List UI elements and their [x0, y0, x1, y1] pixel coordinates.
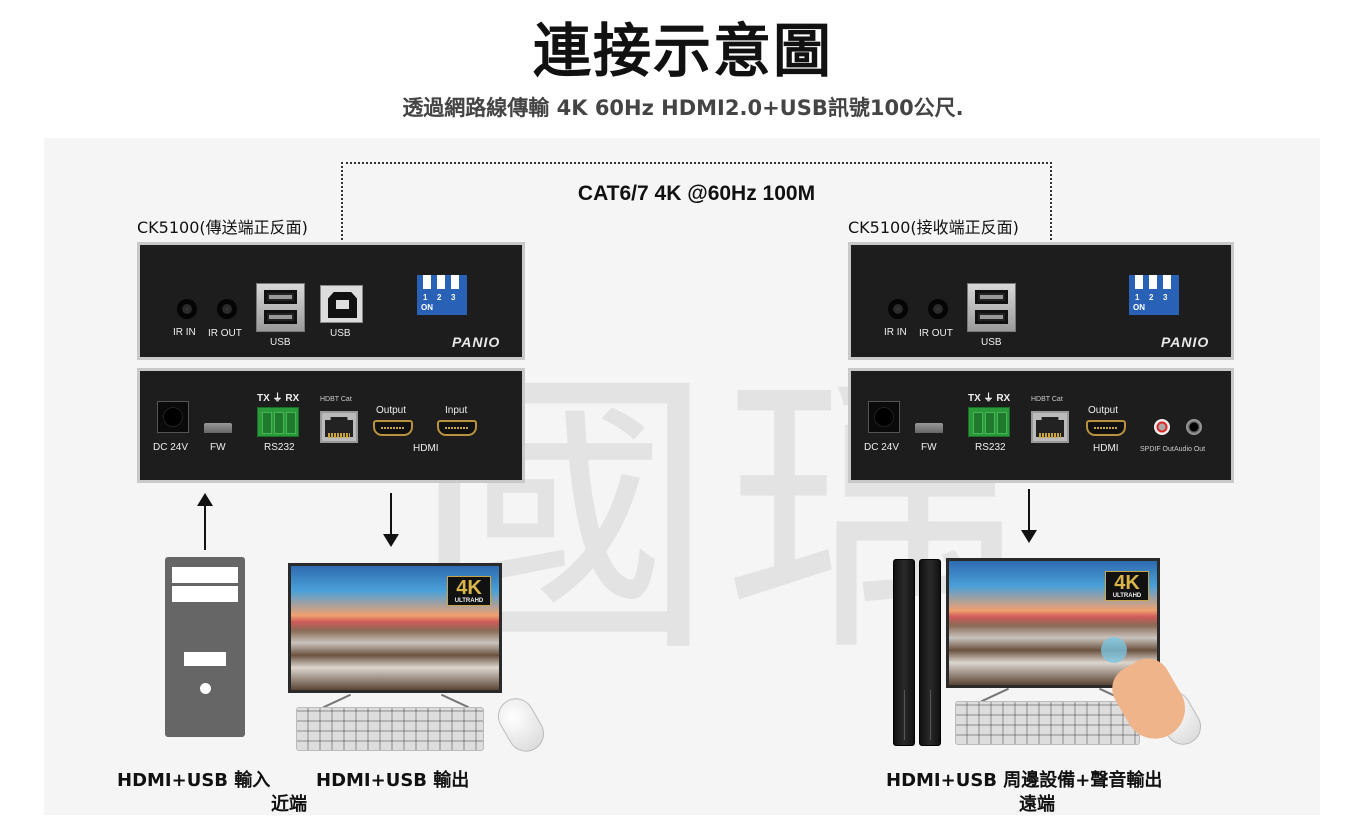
dip-switch-icon: 1 2 3 ON: [417, 275, 467, 315]
dip-on-label: ON: [1133, 303, 1145, 312]
ir-in-label: IR IN: [884, 327, 907, 338]
rs232-pinout-label: TX ⏚ RX: [257, 393, 300, 404]
dip-2-label: 2: [1149, 293, 1154, 302]
ir-out-port-icon: [928, 299, 948, 319]
badge-4k-text: 4K: [456, 577, 482, 599]
hdbt-label: HDBT Cat: [1031, 396, 1063, 403]
rs232-label: RS232: [264, 442, 295, 453]
dip-2-label: 2: [437, 293, 442, 302]
4k-badge-icon: 4K ULTRAHD: [1105, 571, 1149, 601]
rs232-pinout-label: TX ⏚ RX: [968, 393, 1011, 404]
dip-1-label: 1: [1135, 293, 1140, 302]
dc-power-port-icon: [157, 401, 189, 433]
arrow-down-icon: [383, 493, 399, 547]
badge-ultrahd-text: ULTRAHD: [454, 598, 484, 604]
transmitter-front-panel: IR IN IR OUT USB USB 1 2 3 ON PANIO: [137, 242, 525, 360]
ir-out-label: IR OUT: [208, 328, 242, 339]
hdmi-output-port-icon: [373, 420, 413, 436]
fw-label: FW: [210, 442, 226, 453]
badge-4k-text: 4K: [1114, 572, 1140, 594]
dip-on-label: ON: [421, 303, 433, 312]
cable-label: CAT6/7 4K @60Hz 100M: [577, 182, 816, 205]
hdbt-rj45-port-icon: [320, 411, 358, 443]
hdbt-label: HDBT Cat: [320, 396, 352, 403]
fw-port-icon: [915, 423, 943, 433]
ir-in-port-icon: [888, 299, 908, 319]
touch-point-icon: [1101, 637, 1127, 663]
hdmi-label: HDMI: [413, 443, 439, 454]
near-monitor-icon: 4K ULTRAHD: [288, 563, 502, 693]
fw-port-icon: [204, 423, 232, 433]
speaker-right-icon: [919, 559, 941, 746]
ir-in-label: IR IN: [173, 327, 196, 338]
hdmi-output-label: Output: [376, 405, 407, 416]
far-keyboard-icon: [955, 701, 1140, 745]
usb-b-port-icon: [320, 285, 363, 323]
spdif-label: SPDIF Out: [1140, 446, 1174, 453]
dip-1-label: 1: [423, 293, 428, 302]
usb-a-port-icon: [256, 283, 305, 332]
ir-out-port-icon: [217, 299, 237, 319]
speaker-left-icon: [893, 559, 915, 746]
brand-logo: PANIO: [452, 334, 501, 350]
fw-label: FW: [921, 442, 937, 453]
far-end-label: 遠端: [1019, 794, 1055, 815]
badge-ultrahd-text: ULTRAHD: [1112, 593, 1142, 599]
arrow-down-icon: [1021, 489, 1037, 543]
hdbt-rj45-port-icon: [1031, 411, 1069, 443]
audio-out-port-icon: [1186, 419, 1202, 435]
rs232-terminal-icon: [257, 407, 299, 437]
hdmi-output-port-icon: [1086, 420, 1126, 436]
near-keyboard-icon: [296, 707, 484, 751]
spdif-port-icon: [1154, 419, 1170, 435]
brand-logo: PANIO: [1161, 334, 1210, 350]
dc-power-port-icon: [868, 401, 900, 433]
ir-in-port-icon: [177, 299, 197, 319]
dc-label: DC 24V: [864, 442, 900, 453]
dip-3-label: 3: [451, 293, 456, 302]
transmitter-label: CK5100(傳送端正反面): [137, 218, 308, 237]
dip-switch-icon: 1 2 3 ON: [1129, 275, 1179, 315]
source-pc-icon: [165, 557, 245, 737]
hdmi-input-label: Input: [445, 405, 468, 416]
page-subtitle: 透過網路線傳輸 4K 60Hz HDMI2.0+USB訊號100公尺.: [402, 96, 964, 120]
near-output-caption: HDMI+USB 輸出: [316, 770, 470, 791]
page-title: 連接示意圖: [532, 17, 833, 85]
dip-3-label: 3: [1163, 293, 1168, 302]
rs232-label: RS232: [975, 442, 1006, 453]
hdmi-input-port-icon: [437, 420, 477, 436]
usb-a-port-icon: [967, 283, 1016, 332]
arrow-up-icon: [197, 493, 213, 550]
transmitter-rear-panel: DC 24V FW TX ⏚ RX RS232 HDBT Cat Output …: [137, 368, 525, 483]
hdmi-output-label: Output: [1088, 405, 1119, 416]
usb-a-label: USB: [270, 337, 291, 348]
usb-b-label: USB: [330, 328, 351, 339]
receiver-rear-panel: DC 24V FW TX ⏚ RX RS232 HDBT Cat Output …: [848, 368, 1234, 483]
near-input-caption: HDMI+USB 輸入: [117, 770, 271, 791]
far-output-caption: HDMI+USB 周邊設備+聲音輸出: [886, 770, 1163, 791]
near-end-label: 近端: [271, 794, 307, 815]
rs232-terminal-icon: [968, 407, 1010, 437]
receiver-front-panel: IR IN IR OUT USB 1 2 3 ON PANIO: [848, 242, 1234, 360]
usb-a-label: USB: [981, 337, 1002, 348]
audio-out-label: Audio Out: [1174, 446, 1206, 453]
ir-out-label: IR OUT: [919, 328, 953, 339]
4k-badge-icon: 4K ULTRAHD: [447, 576, 491, 606]
hdmi-label: HDMI: [1093, 443, 1119, 454]
receiver-label: CK5100(接收端正反面): [848, 218, 1019, 237]
dc-label: DC 24V: [153, 442, 189, 453]
